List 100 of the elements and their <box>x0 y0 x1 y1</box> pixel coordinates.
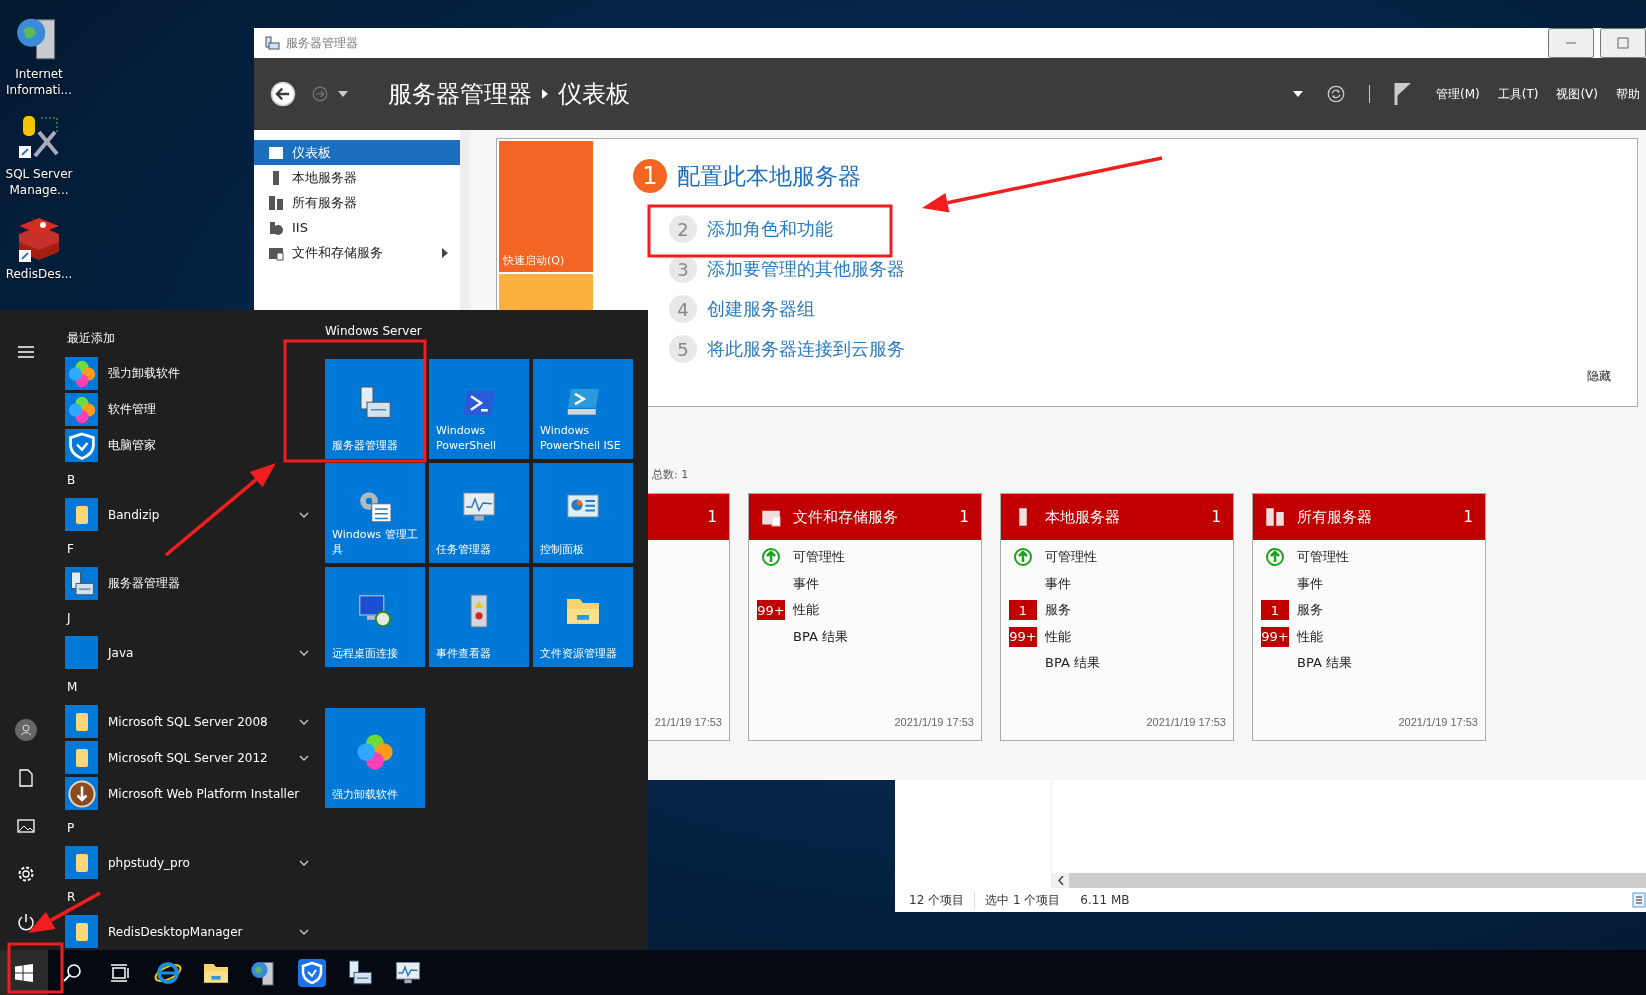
app-list-item[interactable]: 强力卸载软件 <box>65 355 317 392</box>
status-ok-icon <box>1265 547 1285 568</box>
shield-icon <box>297 957 327 988</box>
card-row-label[interactable]: 事件 <box>1045 574 1071 593</box>
card-row-label[interactable]: 事件 <box>1297 574 1323 593</box>
picture-icon <box>17 819 35 833</box>
nav-item[interactable]: 本地服务器 <box>254 165 460 190</box>
card-count: 1 <box>959 508 969 526</box>
card-row-label[interactable]: 性能 <box>1045 627 1071 646</box>
app-list-item[interactable]: Microsoft SQL Server 2012 <box>65 739 317 776</box>
step-link[interactable]: 将此服务器连接到云服务 <box>707 337 905 361</box>
app-tile[interactable]: Windows 管理工具 <box>325 463 425 563</box>
breadcrumb-item[interactable]: 服务器管理器 <box>388 78 532 110</box>
maximize-button[interactable] <box>1600 28 1646 58</box>
step-link[interactable]: 添加角色和功能 <box>707 217 833 241</box>
server-count-text: 总数: 1 <box>652 467 689 483</box>
alert-count: 99+ <box>757 600 785 621</box>
card-timestamp: 21/1/19 17:53 <box>653 716 723 730</box>
group-heading: B <box>66 472 77 490</box>
app-tile[interactable]: 事件查看器 <box>429 567 529 667</box>
breadcrumb-separator-icon <box>542 89 548 99</box>
card-title[interactable]: 所有服务器 <box>1297 507 1452 527</box>
app-list-item[interactable]: RedisDesktopManager <box>65 914 317 950</box>
desktop-icon-label[interactable]: SQL Server Manage... <box>1 166 77 198</box>
menu-item[interactable]: 视图(V) <box>1556 85 1598 103</box>
app-list-item[interactable]: Microsoft SQL Server 2008 <box>65 703 317 740</box>
hide-link[interactable]: 隐藏 <box>1581 367 1617 386</box>
card-row-label[interactable]: 事件 <box>793 574 819 593</box>
server-icon <box>268 219 284 236</box>
card-row-label[interactable]: BPA 结果 <box>1297 654 1352 673</box>
minimize-button[interactable] <box>1548 28 1594 58</box>
alert-count: 99+ <box>1261 626 1289 647</box>
app-tile[interactable]: 任务管理器 <box>429 463 529 563</box>
nav-item[interactable]: IIS <box>254 215 460 240</box>
app-tile[interactable]: 服务器管理器 <box>325 359 425 459</box>
card-row-label[interactable]: 可管理性 <box>1045 548 1097 567</box>
desktop-icon-label[interactable]: RedisDes... <box>1 266 77 282</box>
card-row-label[interactable]: 可管理性 <box>793 548 845 567</box>
card-title[interactable]: 文件和存储服务 <box>793 507 948 527</box>
quick-start-heading: 配置此本地服务器 <box>677 161 861 191</box>
details-view-icon <box>1632 892 1646 908</box>
menu-item[interactable]: 管理(M) <box>1436 85 1480 103</box>
app-list-item[interactable]: Java <box>65 634 317 671</box>
dropdown-caret-icon <box>1293 91 1303 97</box>
breadcrumb-item[interactable]: 仪表板 <box>558 78 630 110</box>
app-list-item[interactable]: 服务器管理器 <box>65 565 317 602</box>
card-row-label[interactable]: 服务 <box>1297 601 1323 620</box>
card-row-label[interactable]: 服务 <box>1045 601 1071 620</box>
app-list-item[interactable]: Microsoft Web Platform Installer <box>65 775 317 812</box>
app-tile[interactable]: 控制面板 <box>533 463 633 563</box>
status-ok-icon <box>1013 547 1033 568</box>
card-row-label[interactable]: 可管理性 <box>1297 548 1349 567</box>
group-heading: P <box>66 820 76 838</box>
alert-count: 1 <box>1261 600 1289 621</box>
clover-icon <box>66 358 97 389</box>
nav-item[interactable]: 所有服务器 <box>254 190 460 215</box>
step-number: 4 <box>669 295 697 323</box>
menu-icon <box>18 346 34 358</box>
card-row-label[interactable]: 性能 <box>1297 627 1323 646</box>
app-list-item[interactable]: 软件管理 <box>65 391 317 428</box>
group-heading: F <box>66 541 75 559</box>
flag-icon <box>1394 82 1412 106</box>
horizontal-scrollbar[interactable] <box>1052 873 1646 888</box>
app-tile[interactable]: Windows PowerShell <box>429 359 529 459</box>
search-icon <box>62 962 82 983</box>
nav-item[interactable]: 文件和存储服务 <box>254 240 460 265</box>
user-avatar-icon <box>15 719 37 741</box>
alert-count: 1 <box>1009 600 1037 621</box>
group-heading: M <box>66 679 79 697</box>
card-row-label[interactable]: BPA 结果 <box>793 627 848 646</box>
window-title: 服务器管理器 <box>286 34 358 52</box>
menu-item[interactable]: 工具(T) <box>1497 85 1539 103</box>
app-list-item[interactable]: 电脑管家 <box>65 427 317 464</box>
card-title[interactable]: 本地服务器 <box>1045 507 1200 527</box>
alert-count: 99+ <box>1009 626 1037 647</box>
nav-item[interactable]: 仪表板 <box>254 140 460 165</box>
app-tile[interactable]: 文件资源管理器 <box>533 567 633 667</box>
clover-icon <box>66 394 97 425</box>
servers-icon <box>1265 507 1285 527</box>
menu-item[interactable]: 帮助 <box>1616 85 1640 103</box>
status-ok-icon <box>761 547 781 568</box>
app-tile[interactable]: 远程桌面连接 <box>325 567 425 667</box>
document-icon <box>19 769 33 787</box>
card-row-label[interactable]: 性能 <box>793 601 819 620</box>
step-link[interactable]: 添加要管理的其他服务器 <box>707 257 905 281</box>
step-link[interactable]: 创建服务器组 <box>707 297 815 321</box>
settings-icon <box>16 864 36 884</box>
card-row-label[interactable]: BPA 结果 <box>1045 654 1100 673</box>
app-list-item[interactable]: Bandizip <box>65 496 317 533</box>
desktop-icon-label[interactable]: Internet Informati... <box>1 66 77 98</box>
card-count: 1 <box>707 508 717 526</box>
app-tile[interactable]: 强力卸载软件 <box>325 708 425 808</box>
card-timestamp: 2021/1/19 17:53 <box>1397 716 1479 730</box>
status-text: 6.11 MB <box>1080 893 1131 907</box>
maximize-icon <box>1617 37 1629 49</box>
app-tile[interactable]: Windows PowerShell ISE <box>533 359 633 459</box>
installer-icon <box>66 778 97 809</box>
card-count: 1 <box>1463 508 1473 526</box>
app-list-item[interactable]: phpstudy_pro <box>65 844 317 881</box>
status-text: 选中 1 个项目 <box>985 891 1062 909</box>
